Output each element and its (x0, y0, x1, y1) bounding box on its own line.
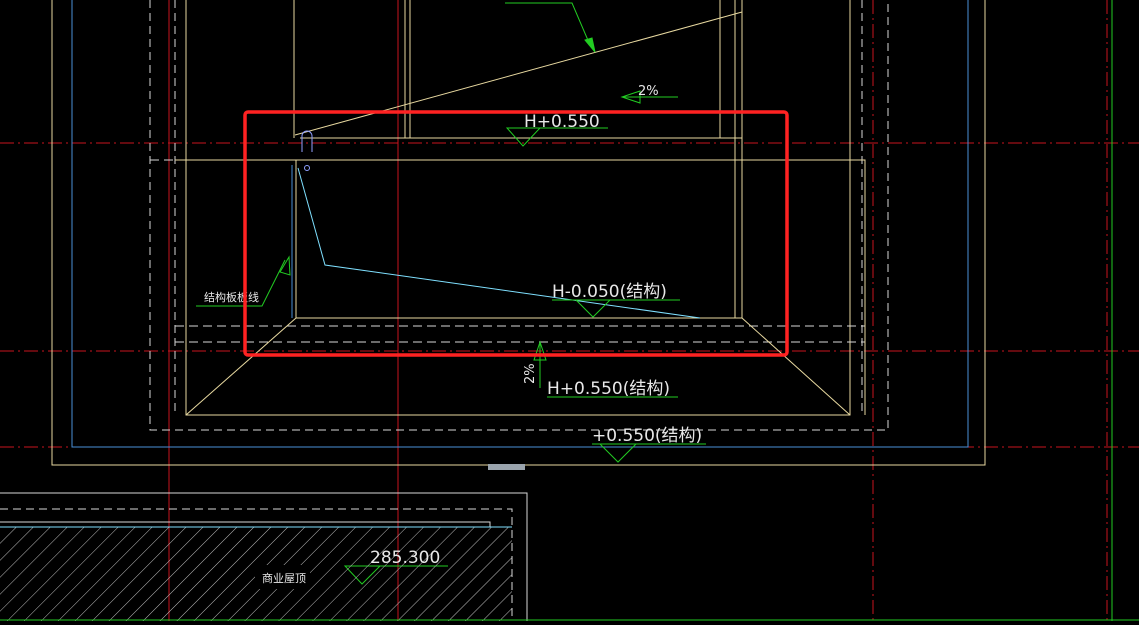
label-roof-name: 商业屋顶 (262, 571, 306, 585)
label-slope-top: 2% (638, 84, 659, 99)
wall-marker (488, 464, 525, 470)
label-roof-elevation: 285.300 (370, 548, 440, 568)
label-top-elevation: H+0.550 (524, 112, 600, 132)
cad-viewport[interactable]: H+0.550 H-0.050(结构) H+0.550(结构) +0.550(结… (0, 0, 1139, 621)
label-lower-elevation: H+0.550(结构) (547, 379, 670, 399)
label-slope-side: 2% (523, 363, 538, 384)
label-inner-elevation: H-0.050(结构) (552, 282, 667, 302)
label-struct-line: 结构板板线 (204, 290, 259, 304)
label-outer-elevation: +0.550(结构) (592, 426, 702, 446)
cad-drawing[interactable]: H+0.550 H-0.050(结构) H+0.550(结构) +0.550(结… (0, 0, 1139, 621)
